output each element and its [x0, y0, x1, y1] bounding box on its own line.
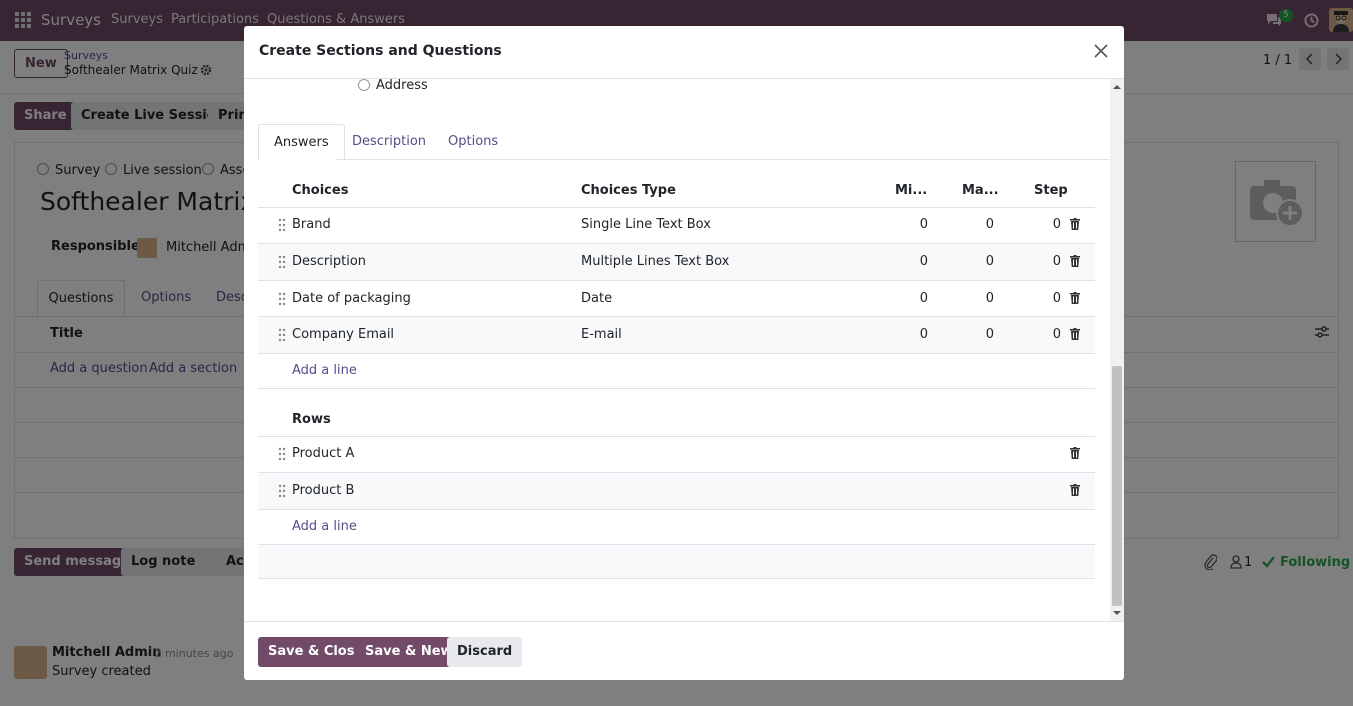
table-row[interactable]: Brand Single Line Text Box 0 0 0 — [258, 207, 1095, 244]
choice-name[interactable]: Date of packaging — [292, 291, 411, 306]
trash-icon[interactable] — [1070, 484, 1080, 496]
add-line-row: Add a line — [258, 510, 1095, 545]
choice-step[interactable]: 0 — [1031, 217, 1061, 232]
tab-options[interactable]: Options — [433, 124, 513, 160]
modal-body: Address Answers Description Options Choi… — [244, 79, 1124, 621]
drag-handle-icon[interactable] — [278, 484, 286, 498]
choice-type[interactable]: Multiple Lines Text Box — [581, 254, 729, 269]
col-max[interactable]: Ma... — [962, 183, 999, 198]
trash-icon[interactable] — [1070, 255, 1080, 267]
modal-title: Create Sections and Questions — [259, 43, 502, 59]
trash-icon[interactable] — [1070, 328, 1080, 340]
row-name[interactable]: Product B — [292, 483, 354, 498]
choice-type[interactable]: Date — [581, 291, 612, 306]
scroll-up-icon[interactable] — [1113, 84, 1121, 90]
table-row — [258, 545, 1095, 579]
add-line-link[interactable]: Add a line — [292, 519, 357, 534]
choice-step[interactable]: 0 — [1031, 327, 1061, 342]
trash-icon[interactable] — [1070, 447, 1080, 459]
trash-icon[interactable] — [1070, 292, 1080, 304]
table-row[interactable]: Product A — [258, 436, 1095, 473]
col-choices-type[interactable]: Choices Type — [581, 183, 676, 198]
drag-handle-icon[interactable] — [278, 218, 286, 232]
tab-answers[interactable]: Answers — [258, 124, 345, 160]
col-choices[interactable]: Choices — [292, 183, 348, 198]
active-tab-gap — [259, 158, 336, 160]
choice-min[interactable]: 0 — [898, 217, 928, 232]
choice-min[interactable]: 0 — [898, 291, 928, 306]
scrollbar-thumb[interactable] — [1112, 366, 1122, 606]
modal-footer: Save & Close Save & New Discard — [244, 621, 1124, 680]
create-question-dialog: Create Sections and Questions Address An… — [244, 26, 1124, 680]
drag-handle-icon[interactable] — [278, 328, 286, 342]
choice-max[interactable]: 0 — [964, 254, 994, 269]
table-row[interactable]: Product B — [258, 473, 1095, 510]
choice-min[interactable]: 0 — [898, 327, 928, 342]
col-rows[interactable]: Rows — [292, 412, 331, 427]
scroll-down-icon[interactable] — [1113, 610, 1121, 616]
table-row[interactable]: Description Multiple Lines Text Box 0 0 … — [258, 244, 1095, 281]
col-step[interactable]: Step — [1034, 183, 1068, 198]
choice-step[interactable]: 0 — [1031, 291, 1061, 306]
drag-handle-icon[interactable] — [278, 292, 286, 306]
choice-max[interactable]: 0 — [964, 291, 994, 306]
modal-header: Create Sections and Questions — [244, 26, 1124, 79]
choice-max[interactable]: 0 — [964, 217, 994, 232]
choice-step[interactable]: 0 — [1031, 254, 1061, 269]
tab-description[interactable]: Description — [337, 124, 441, 160]
discard-button[interactable]: Discard — [447, 637, 523, 667]
radio-address[interactable] — [358, 79, 370, 91]
add-line-link[interactable]: Add a line — [292, 363, 357, 378]
radio-address-label: Address — [376, 79, 428, 93]
tabs-divider — [258, 159, 1109, 160]
drag-handle-icon[interactable] — [278, 255, 286, 269]
close-icon[interactable] — [1092, 42, 1110, 60]
drag-handle-icon[interactable] — [278, 447, 286, 461]
choice-type[interactable]: E-mail — [581, 327, 622, 342]
choice-max[interactable]: 0 — [964, 327, 994, 342]
col-min[interactable]: Mi... — [895, 183, 927, 198]
table-row[interactable]: Date of packaging Date 0 0 0 — [258, 281, 1095, 317]
choice-name[interactable]: Company Email — [292, 327, 394, 342]
add-line-row: Add a line — [258, 354, 1095, 389]
choice-min[interactable]: 0 — [898, 254, 928, 269]
choice-name[interactable]: Description — [292, 254, 366, 269]
choice-type[interactable]: Single Line Text Box — [581, 217, 711, 232]
trash-icon[interactable] — [1070, 218, 1080, 230]
row-name[interactable]: Product A — [292, 446, 354, 461]
choice-name[interactable]: Brand — [292, 217, 331, 232]
table-row[interactable]: Company Email E-mail 0 0 0 — [258, 317, 1095, 354]
